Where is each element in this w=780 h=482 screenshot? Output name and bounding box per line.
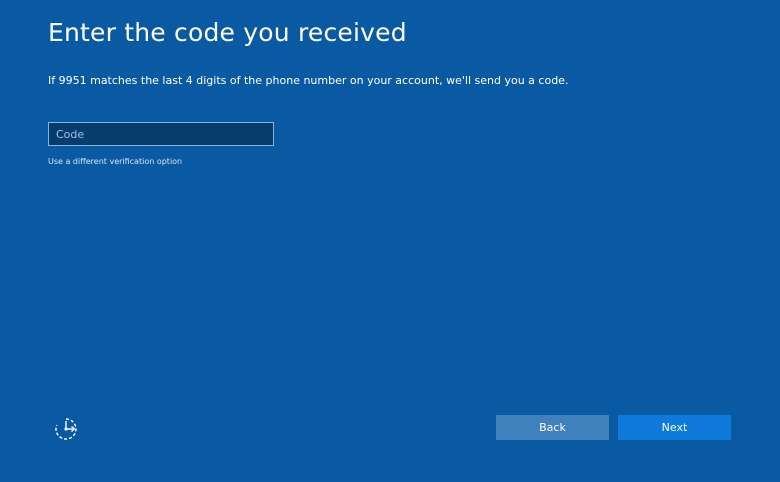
code-input[interactable] <box>48 122 274 146</box>
next-button[interactable]: Next <box>618 415 731 440</box>
setup-screen: Enter the code you received If 9951 matc… <box>0 0 780 482</box>
ease-of-access-icon[interactable] <box>52 415 80 443</box>
back-button[interactable]: Back <box>496 415 609 440</box>
instructions-text: If 9951 matches the last 4 digits of the… <box>48 74 569 87</box>
different-verification-option-link[interactable]: Use a different verification option <box>48 157 182 166</box>
page-title: Enter the code you received <box>48 18 407 47</box>
